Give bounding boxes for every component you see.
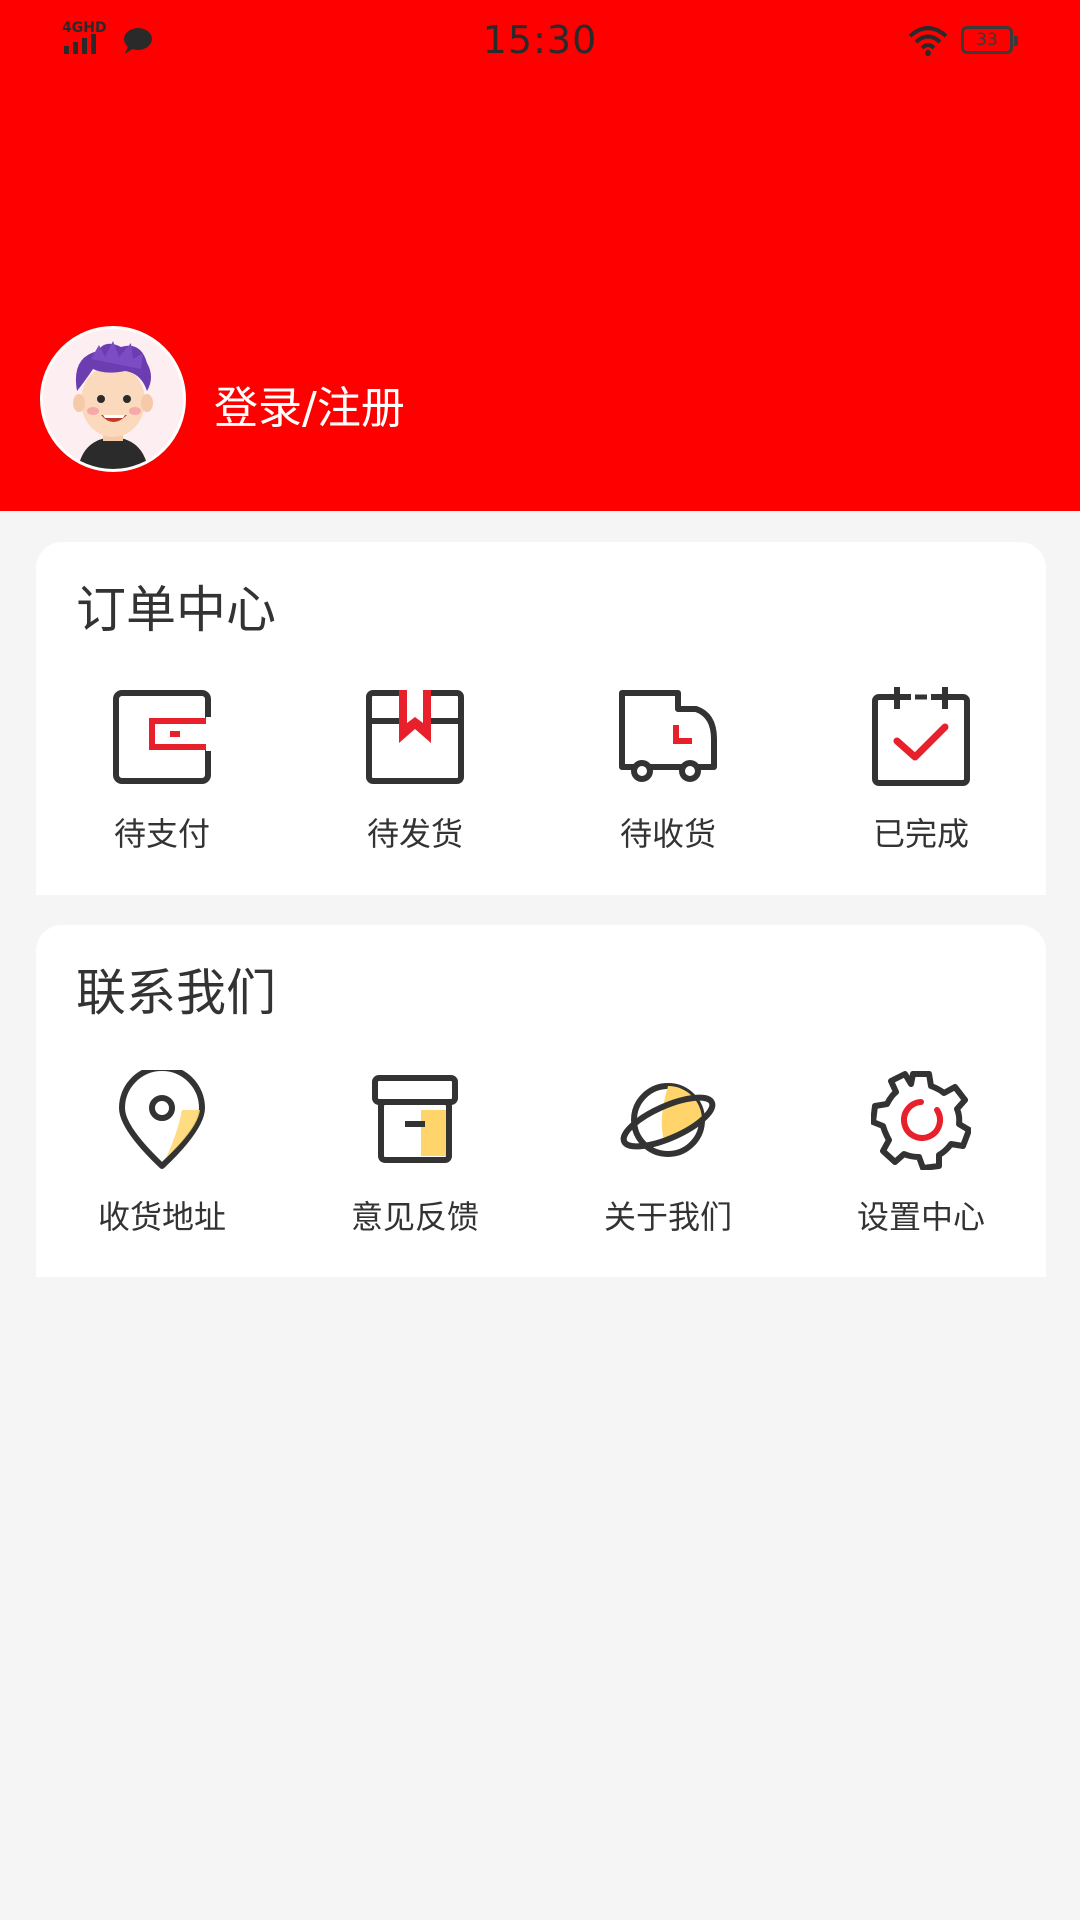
calendar-check-icon xyxy=(872,687,970,786)
planet-icon xyxy=(620,1083,716,1157)
gear-icon xyxy=(871,1071,971,1170)
order-pending-receipt[interactable]: 待收货 xyxy=(578,687,758,867)
order-completed-label: 已完成 xyxy=(872,815,969,853)
order-pending-shipment[interactable]: 待发货 xyxy=(325,687,505,867)
battery-indicator: 33 xyxy=(961,26,1018,54)
about-us-entry[interactable]: 关于我们 xyxy=(578,1070,758,1250)
wallet-icon xyxy=(113,690,212,784)
order-status-grid: 待支付 待发货 待收货 已完成 xyxy=(36,687,1046,867)
status-bar: 4GHD 15:30 33 xyxy=(0,0,1080,84)
feedback-entry[interactable]: 意见反馈 xyxy=(325,1070,505,1250)
order-pending-shipment-label: 待发货 xyxy=(366,815,463,853)
contact-grid: 收货地址 意见反馈 关于我们 设置中心 xyxy=(36,1070,1046,1250)
order-pending-receipt-label: 待收货 xyxy=(619,815,716,853)
settings-label: 设置中心 xyxy=(856,1198,985,1236)
avatar-illustration-icon xyxy=(43,329,183,469)
contact-us-card: 联系我们 收货地址 意见反馈 关于我们 设置中心 xyxy=(36,925,1046,1277)
wifi-icon xyxy=(908,26,948,56)
order-center-card: 订单中心 待支付 待发货 待收货 已完成 xyxy=(36,542,1046,895)
feedback-label: 意见反馈 xyxy=(350,1198,479,1236)
avatar[interactable] xyxy=(40,326,186,472)
location-pin-icon xyxy=(119,1070,205,1169)
order-pending-payment-label: 待支付 xyxy=(113,815,210,853)
order-completed[interactable]: 已完成 xyxy=(831,687,1011,867)
package-icon xyxy=(366,690,464,784)
order-center-title: 订单中心 xyxy=(76,581,276,639)
login-register-link[interactable]: 登录/注册 xyxy=(214,372,405,436)
truck-icon xyxy=(619,690,717,782)
archive-box-icon xyxy=(372,1075,458,1163)
contact-us-title: 联系我们 xyxy=(76,964,276,1022)
settings-entry[interactable]: 设置中心 xyxy=(831,1070,1011,1250)
shipping-address-label: 收货地址 xyxy=(97,1198,226,1236)
shipping-address-entry[interactable]: 收货地址 xyxy=(72,1070,252,1250)
about-us-label: 关于我们 xyxy=(603,1198,732,1236)
order-pending-payment[interactable]: 待支付 xyxy=(72,687,252,867)
profile-header: 4GHD 15:30 33 登录/注册 xyxy=(0,0,1080,511)
